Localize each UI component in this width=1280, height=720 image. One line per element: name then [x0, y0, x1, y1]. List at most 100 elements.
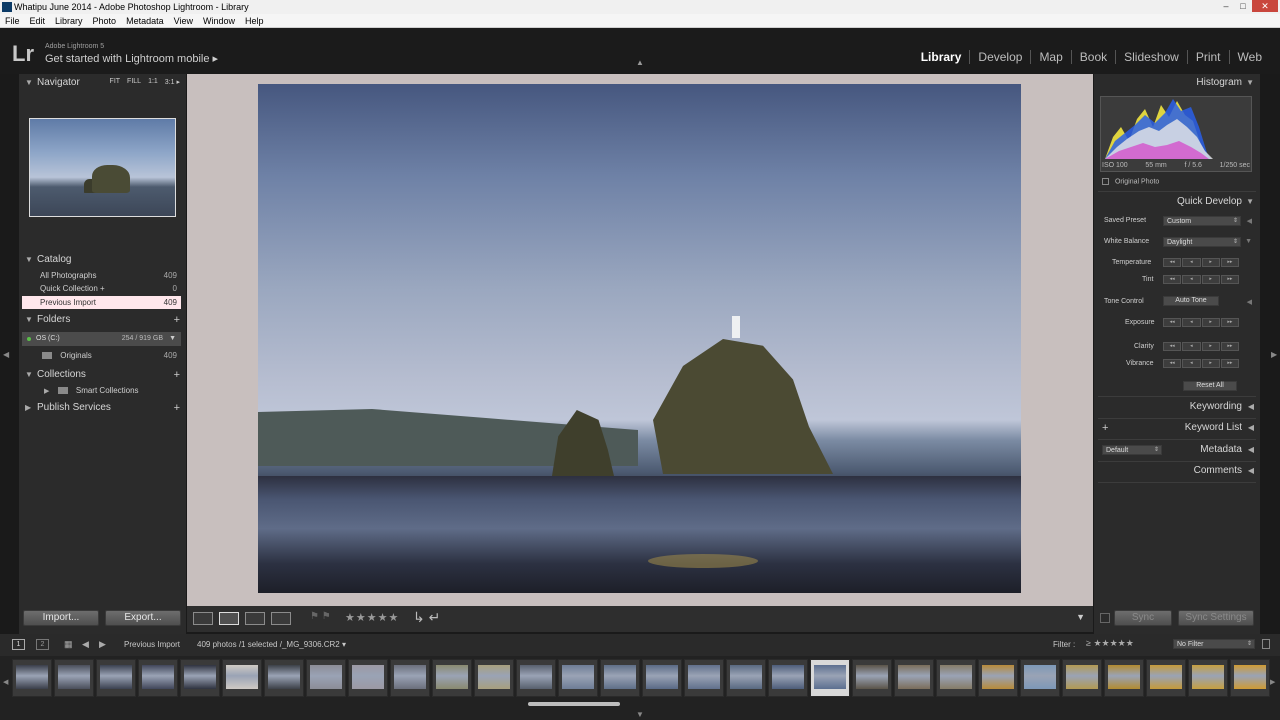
smart-collections-item[interactable]: ▶ Smart Collections — [22, 384, 181, 397]
tint-large-decrease[interactable]: ◂◂ — [1163, 275, 1182, 284]
publish-services-header[interactable]: ▶ Publish Services + — [19, 399, 186, 417]
vibrance-large-increase[interactable]: ▸▸ — [1220, 359, 1239, 368]
menu-edit[interactable]: Edit — [25, 14, 51, 27]
add-collection-icon[interactable]: + — [174, 366, 180, 384]
close-button[interactable]: ✕ — [1252, 0, 1278, 12]
vibrance-increase[interactable]: ▸ — [1201, 359, 1220, 368]
import-button[interactable]: Import... — [23, 610, 99, 626]
expand-triangle-icon[interactable]: ▶ — [44, 388, 49, 395]
main-photo[interactable] — [258, 84, 1021, 593]
catalog-header[interactable]: ▼ Catalog — [19, 251, 186, 269]
histogram-graph[interactable] — [1100, 96, 1252, 172]
clarity-decrease[interactable]: ◂ — [1182, 342, 1201, 351]
filmstrip-thumbnail[interactable] — [306, 659, 346, 697]
exposure-increase[interactable]: ▸ — [1201, 318, 1220, 327]
left-panel-toggle-icon[interactable]: ◀ — [3, 350, 9, 359]
filmstrip-thumbnail[interactable] — [390, 659, 430, 697]
filmstrip-thumbnail[interactable] — [1062, 659, 1102, 697]
filmstrip-thumbnail[interactable] — [138, 659, 178, 697]
filmstrip-thumbnail[interactable] — [96, 659, 136, 697]
tone-control-arrow-icon[interactable]: ◀ — [1247, 298, 1252, 306]
module-book[interactable]: Book — [1070, 50, 1115, 64]
filmstrip-thumbnail[interactable] — [558, 659, 598, 697]
module-print[interactable]: Print — [1186, 50, 1229, 64]
filmstrip-thumbnail[interactable] — [54, 659, 94, 697]
saved-preset-arrow-icon[interactable]: ◀ — [1247, 217, 1252, 225]
filmstrip-thumbnail[interactable] — [516, 659, 556, 697]
module-map[interactable]: Map — [1030, 50, 1070, 64]
filmstrip-selection-info[interactable]: 409 photos /1 selected /_MG_9306.CR2 ▾ — [197, 640, 346, 649]
filmstrip-thumbnail[interactable] — [768, 659, 808, 697]
filmstrip-thumbnail[interactable] — [1188, 659, 1228, 697]
catalog-quick-collection[interactable]: Quick Collection + 0 — [22, 282, 181, 295]
volume-dropdown-icon[interactable]: ▼ — [169, 332, 176, 346]
filmstrip-thumbnail[interactable] — [1146, 659, 1186, 697]
grid-view-icon[interactable] — [193, 612, 213, 625]
catalog-all-photographs[interactable]: All Photographs 409 — [22, 269, 181, 282]
metadata-preset-select[interactable]: Default ⇕ — [1102, 445, 1162, 455]
back-arrow-icon[interactable]: ◀ — [82, 639, 89, 650]
filmstrip-left-arrow-icon[interactable]: ◀ — [3, 678, 8, 686]
folder-originals[interactable]: Originals 409 — [22, 349, 181, 362]
filmstrip-thumbnail[interactable] — [348, 659, 388, 697]
menu-view[interactable]: View — [169, 14, 198, 27]
filter-star-rating[interactable]: ≥ ★★★★★ — [1086, 638, 1134, 649]
filmstrip-thumbnail[interactable] — [12, 659, 52, 697]
menu-metadata[interactable]: Metadata — [121, 14, 169, 27]
main-window-toggle[interactable]: 1 — [12, 639, 25, 650]
auto-tone-button[interactable]: Auto Tone — [1163, 296, 1219, 306]
filmstrip-thumbnail[interactable] — [810, 659, 850, 697]
filmstrip-source[interactable]: Previous Import — [124, 640, 180, 649]
zoom-1-1[interactable]: 1:1 — [148, 78, 158, 86]
temperature-decrease[interactable]: ◂ — [1182, 258, 1201, 267]
filmstrip-thumbnail[interactable] — [978, 659, 1018, 697]
filmstrip-thumbnail[interactable] — [600, 659, 640, 697]
filmstrip-thumbnail[interactable] — [432, 659, 472, 697]
clarity-large-increase[interactable]: ▸▸ — [1220, 342, 1239, 351]
add-keyword-icon[interactable]: + — [1102, 419, 1108, 437]
rotate-icons[interactable]: ↳ ↵ — [413, 609, 440, 626]
histogram-header[interactable]: Histogram ▼ — [1094, 74, 1260, 92]
collapse-top-arrow-icon[interactable]: ▲ — [636, 58, 644, 67]
filmstrip-thumbnail[interactable] — [936, 659, 976, 697]
comments-header[interactable]: Comments ◀ — [1094, 462, 1260, 480]
filter-lock-icon[interactable] — [1262, 639, 1270, 649]
tint-increase[interactable]: ▸ — [1201, 275, 1220, 284]
menu-help[interactable]: Help — [240, 14, 269, 27]
collections-header[interactable]: ▼ Collections + — [19, 366, 186, 384]
filmstrip-thumbnail[interactable] — [642, 659, 682, 697]
filmstrip-thumbnail[interactable] — [180, 659, 220, 697]
white-balance-arrow-icon[interactable]: ▼ — [1245, 238, 1252, 245]
clarity-large-decrease[interactable]: ◂◂ — [1163, 342, 1182, 351]
minimize-button[interactable]: – — [1218, 0, 1234, 12]
mobile-promo-link[interactable]: Get started with Lightroom mobile ▸ — [45, 52, 218, 65]
sync-button[interactable]: Sync — [1114, 610, 1172, 626]
loupe-view[interactable] — [187, 74, 1093, 606]
tint-large-increase[interactable]: ▸▸ — [1220, 275, 1239, 284]
sync-settings-button[interactable]: Sync Settings — [1178, 610, 1254, 626]
filmstrip-thumbnail[interactable] — [222, 659, 262, 697]
filmstrip-thumbnail[interactable] — [894, 659, 934, 697]
navigator-preview[interactable] — [29, 118, 176, 217]
forward-arrow-icon[interactable]: ▶ — [99, 639, 106, 650]
keywording-header[interactable]: Keywording ◀ — [1094, 398, 1260, 416]
temperature-increase[interactable]: ▸ — [1201, 258, 1220, 267]
flag-icons[interactable]: ⚑ ⚑ — [310, 611, 331, 622]
exposure-decrease[interactable]: ◂ — [1182, 318, 1201, 327]
zoom-3-1[interactable]: 3:1 ▸ — [165, 78, 180, 86]
catalog-previous-import[interactable]: Previous Import 409 — [22, 296, 181, 309]
temperature-large-decrease[interactable]: ◂◂ — [1163, 258, 1182, 267]
right-panel-toggle-icon[interactable]: ▶ — [1271, 350, 1277, 359]
filmstrip-thumbnail[interactable] — [1230, 659, 1270, 697]
filmstrip-thumbnail[interactable] — [684, 659, 724, 697]
loupe-view-icon[interactable] — [219, 612, 239, 625]
vibrance-large-decrease[interactable]: ◂◂ — [1163, 359, 1182, 368]
collapse-filmstrip-arrow-icon[interactable]: ▼ — [636, 710, 644, 719]
temperature-large-increase[interactable]: ▸▸ — [1220, 258, 1239, 267]
module-library[interactable]: Library — [913, 50, 970, 64]
filmstrip-thumbnail[interactable] — [474, 659, 514, 697]
keyword-list-header[interactable]: + Keyword List ◀ — [1094, 419, 1260, 437]
zoom-fit[interactable]: FIT — [110, 78, 121, 86]
compare-view-icon[interactable] — [245, 612, 265, 625]
menu-library[interactable]: Library — [50, 14, 88, 27]
